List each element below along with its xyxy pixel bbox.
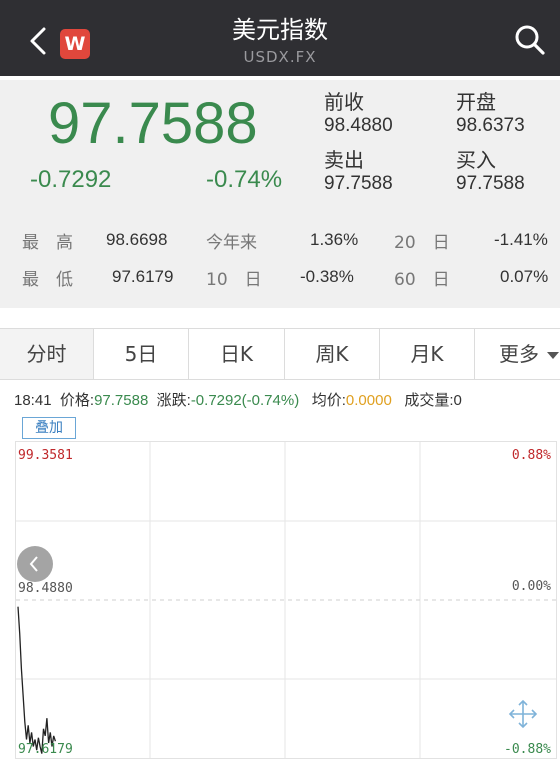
- ask-label: 卖出: [324, 148, 364, 172]
- high-label: 最 高: [22, 233, 73, 253]
- info-change-label: 涨跌:: [156, 392, 191, 409]
- d60-value: 0.07%: [500, 267, 549, 286]
- prev-close-value: 98.4880: [324, 115, 393, 136]
- y-tick-left-min: 97.6179: [18, 742, 73, 757]
- caret-down-icon: [547, 351, 560, 359]
- ytd-label: 今年来: [206, 233, 257, 253]
- d20-label: 20 日: [394, 233, 450, 253]
- info-time: 18:41: [14, 392, 52, 409]
- price-line: [17, 606, 57, 754]
- y-tick-right-min: -0.88%: [504, 742, 551, 757]
- tab-monthly-k[interactable]: 月K: [380, 329, 475, 379]
- info-avg: 0.0000: [345, 392, 392, 409]
- info-avg-label: 均价:: [311, 392, 346, 409]
- app-header: W 美元指数 USDX.FX: [0, 0, 560, 76]
- chart-svg: 99.3581 98.4880 97.6179 0.88% 0.00% -0.88%: [16, 442, 556, 758]
- price-change-percent: -0.74%: [206, 166, 283, 193]
- d20-value: -1.41%: [494, 230, 548, 249]
- info-volume-label: 成交量:: [404, 392, 454, 409]
- d60-label: 60 日: [394, 270, 450, 290]
- ask-value: 97.7588: [324, 173, 393, 194]
- tab-more-label: 更多: [499, 342, 539, 366]
- chart-info-row: 18:41 价格:97.7588 涨跌:-0.7292(-0.74%) 均价:0…: [14, 389, 462, 410]
- bid-price: 买入 97.7588: [456, 148, 525, 196]
- y-tick-right-base: 0.00%: [512, 579, 551, 594]
- tab-5day[interactable]: 5日: [94, 329, 189, 379]
- y-tick-right-max: 0.88%: [512, 448, 551, 463]
- info-price: 97.7588: [94, 392, 149, 409]
- open-value: 98.6373: [456, 115, 525, 136]
- tab-weekly-k[interactable]: 周K: [285, 329, 380, 379]
- low-label: 最 低: [22, 270, 73, 290]
- bid-label: 买入: [456, 148, 496, 172]
- prev-close-label: 前收: [324, 90, 364, 114]
- open-price: 开盘 98.6373: [456, 90, 525, 138]
- current-price: 97.7588: [48, 91, 258, 156]
- ask-price: 卖出 97.7588: [324, 148, 393, 196]
- page-subtitle: USDX.FX: [243, 48, 317, 66]
- tab-intraday[interactable]: 分时: [0, 329, 94, 379]
- page-title: 美元指数: [232, 16, 328, 44]
- y-tick-left-max: 99.3581: [18, 448, 73, 463]
- chart-tabs: 分时 5日 日K 周K 月K 更多: [0, 328, 560, 380]
- open-label: 开盘: [456, 90, 496, 114]
- high-value: 98.6698: [106, 230, 168, 249]
- d10-label: 10 日: [206, 270, 262, 290]
- tab-more[interactable]: 更多: [475, 329, 560, 379]
- info-volume: 0: [453, 392, 462, 409]
- y-tick-left-base: 98.4880: [18, 581, 73, 596]
- tab-daily-k[interactable]: 日K: [189, 329, 285, 379]
- search-icon[interactable]: [514, 24, 546, 56]
- overlay-button[interactable]: 叠加: [22, 417, 76, 439]
- d10-value: -0.38%: [300, 267, 354, 286]
- intraday-chart[interactable]: 99.3581 98.4880 97.6179 0.88% 0.00% -0.88%: [15, 441, 557, 759]
- info-price-label: 价格:: [59, 392, 95, 409]
- ytd-value: 1.36%: [310, 230, 359, 249]
- expand-icon[interactable]: [507, 698, 539, 730]
- info-change: -0.7292(-0.74%): [190, 392, 300, 409]
- low-value: 97.6179: [112, 267, 174, 286]
- bid-value: 97.7588: [456, 173, 525, 194]
- prev-close: 前收 98.4880: [324, 90, 393, 138]
- scroll-left-icon[interactable]: [17, 546, 53, 582]
- price-change: -0.7292: [30, 166, 112, 193]
- quote-panel: 97.7588 -0.7292 -0.74% 前收 98.4880 开盘 98.…: [0, 80, 560, 308]
